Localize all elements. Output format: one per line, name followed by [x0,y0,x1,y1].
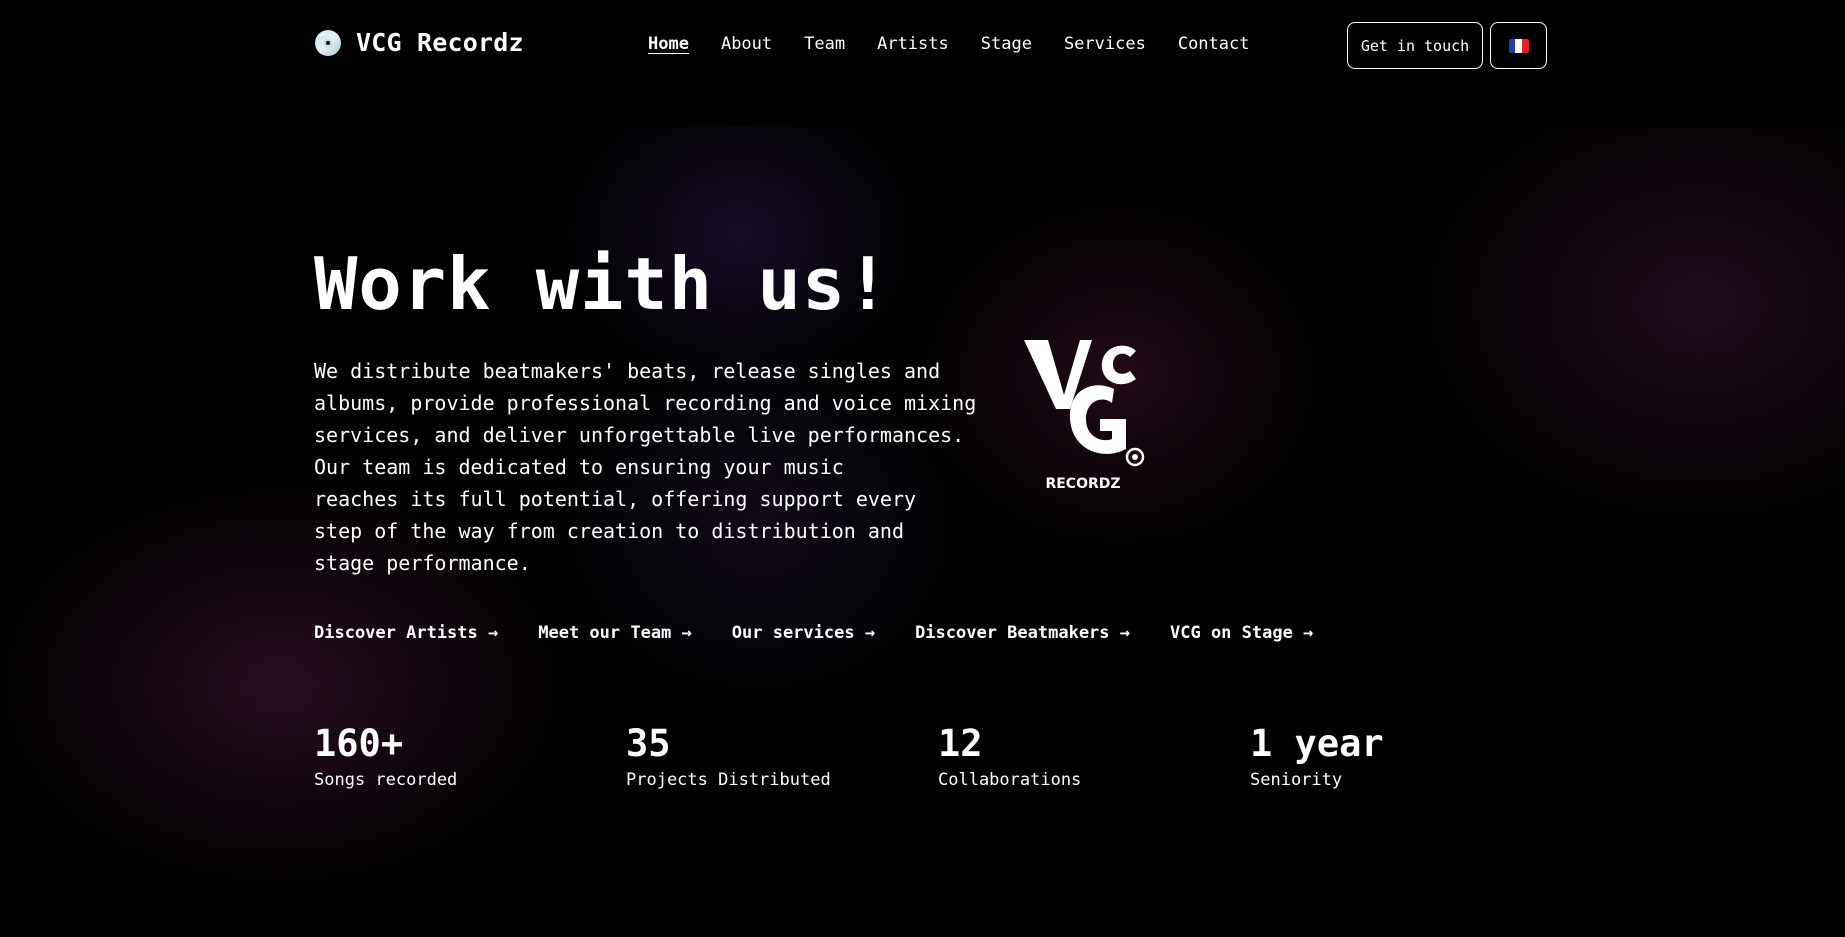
get-in-touch-button[interactable]: Get in touch [1347,22,1483,69]
hero-description-line: albums, provide professional recording a… [314,391,977,415]
main-nav: Home About Team Artists Stage Services C… [648,34,1281,54]
stat-collaborations: 12 Collaborations [938,722,1238,790]
vcg-recordz-logo: RECORDZ [1024,340,1145,492]
hero-title: Work with us! [314,242,891,326]
hero-description-line: services, and deliver unforgettable live… [314,423,965,447]
nav-about[interactable]: About [721,34,772,54]
hero-description: We distribute beatmakers' beats, release… [314,355,1004,579]
meet-our-team-link[interactable]: Meet our Team → [538,623,692,643]
stat-label: Collaborations [938,770,1082,790]
stat-projects-distributed: 35 Projects Distributed [626,722,926,790]
our-services-link[interactable]: Our services → [732,623,875,643]
brand-name: VCG Recordz [356,28,524,57]
stat-label: Projects Distributed [626,770,831,790]
brand-link[interactable]: VCG Recordz [314,28,524,57]
hero-description-line: We distribute beatmakers' beats, release… [314,359,941,383]
stat-value: 160+ [314,722,404,765]
hero-description-line: reaches its full potential, offering sup… [314,487,917,511]
nav-contact[interactable]: Contact [1178,34,1250,54]
nav-services[interactable]: Services [1064,34,1146,54]
french-flag-icon [1508,38,1529,53]
stat-songs-recorded: 160+ Songs recorded [314,722,614,790]
nav-stage[interactable]: Stage [981,34,1032,54]
stat-value: 12 [938,722,983,765]
hero-description-line: Our team is dedicated to ensuring your m… [314,455,844,479]
site-header: VCG Recordz Home About Team Artists Stag… [0,0,1845,125]
language-toggle-button[interactable] [1490,22,1547,69]
cd-disc-icon [315,29,341,56]
stat-seniority: 1 year Seniority [1250,722,1550,790]
nav-home[interactable]: Home [648,34,689,54]
discover-artists-link[interactable]: Discover Artists → [314,623,498,643]
stat-value: 35 [626,722,671,765]
nav-artists[interactable]: Artists [877,34,949,54]
logo-text: RECORDZ [1045,476,1120,492]
hero-description-line: stage performance. [314,551,531,575]
hero-description-line: step of the way from creation to distrib… [314,519,905,543]
nav-team[interactable]: Team [804,34,845,54]
hero-links: Discover Artists → Meet our Team → Our s… [314,623,1353,643]
vcg-on-stage-link[interactable]: VCG on Stage → [1170,623,1313,643]
stat-value: 1 year [1250,722,1384,765]
stat-label: Songs recorded [314,770,458,790]
discover-beatmakers-link[interactable]: Discover Beatmakers → [915,623,1130,643]
stat-label: Seniority [1250,770,1343,790]
page: VCG Recordz Home About Team Artists Stag… [0,0,1845,937]
